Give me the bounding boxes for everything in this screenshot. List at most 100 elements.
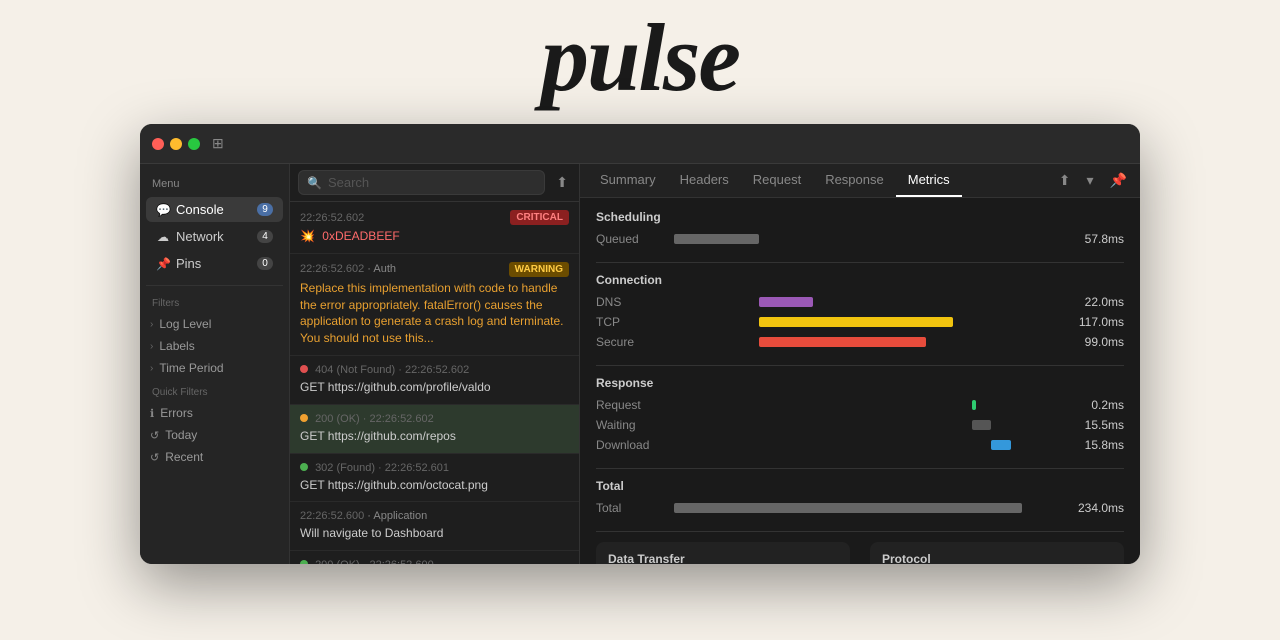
today-icon: ↺ bbox=[150, 429, 159, 442]
protocol-title: Protocol bbox=[882, 552, 1112, 564]
waiting-value: 15.5ms bbox=[1069, 418, 1124, 432]
metrics-row-queued: Queued 57.8ms bbox=[596, 232, 1124, 246]
metrics-row-download: Download 15.8ms bbox=[596, 438, 1124, 452]
connection-title: Connection bbox=[596, 273, 1124, 287]
export-button[interactable]: ⬆ bbox=[553, 171, 571, 194]
sidebar-toggle-icon[interactable]: ⊞ bbox=[212, 135, 224, 152]
titlebar: ⊞ bbox=[140, 124, 1140, 164]
log-timestamp-4: 200 (OK) · 22:26:52.602 bbox=[300, 413, 434, 425]
log-panel: 🔍 ⬆ 22:26:52.602 CRITICAL 💥 0xDEADBEEF bbox=[290, 164, 580, 564]
tab-metrics[interactable]: Metrics bbox=[896, 164, 962, 197]
main-window: ⊞ Menu 💬 Console 9 ☁ Network 4 📌 Pins 0 bbox=[140, 124, 1140, 564]
tab-actions: ⬆ ▾ 📌 bbox=[1054, 169, 1132, 192]
divider-1 bbox=[596, 262, 1124, 263]
status-dot-green bbox=[300, 463, 308, 471]
tcp-value: 117.0ms bbox=[1069, 315, 1124, 329]
errors-icon: ℹ bbox=[150, 407, 154, 420]
dns-label: DNS bbox=[596, 295, 666, 309]
filter-labels[interactable]: › Labels bbox=[140, 335, 289, 357]
traffic-lights bbox=[152, 138, 200, 150]
main-content: Menu 💬 Console 9 ☁ Network 4 📌 Pins 0 Fi… bbox=[140, 164, 1140, 564]
log-entry-7[interactable]: 200 (OK) · 22:26:52.600 bbox=[290, 551, 579, 564]
log-entry-3[interactable]: 404 (Not Found) · 22:26:52.602 GET https… bbox=[290, 356, 579, 405]
menu-section-label: Menu bbox=[140, 174, 289, 196]
metrics-content: Scheduling Queued 57.8ms Connection DNS bbox=[580, 198, 1140, 564]
download-value: 15.8ms bbox=[1069, 438, 1124, 452]
log-timestamp-5: 302 (Found) · 22:26:52.601 bbox=[300, 462, 449, 474]
dns-bar bbox=[759, 297, 813, 307]
quick-filter-errors[interactable]: ℹ Errors bbox=[140, 402, 289, 424]
status-dot-yellow bbox=[300, 414, 308, 422]
secure-bar bbox=[759, 337, 925, 347]
pin-button[interactable]: 📌 bbox=[1105, 169, 1132, 192]
tab-headers[interactable]: Headers bbox=[668, 164, 741, 197]
pins-icon: 📌 bbox=[156, 257, 170, 271]
share-button[interactable]: ⬆ bbox=[1054, 169, 1076, 192]
request-label: Request bbox=[596, 398, 666, 412]
sidebar-item-console[interactable]: 💬 Console 9 bbox=[146, 197, 283, 222]
filter-label-3: Time Period bbox=[159, 361, 223, 375]
log-badge-warning: WARNING bbox=[509, 262, 569, 277]
response-title: Response bbox=[596, 376, 1124, 390]
filter-label-1: Log Level bbox=[159, 317, 211, 331]
search-icon: 🔍 bbox=[307, 176, 322, 190]
filter-label-2: Labels bbox=[159, 339, 194, 353]
quick-filters-label: Quick Filters bbox=[140, 379, 289, 402]
log-message-5: GET https://github.com/octocat.png bbox=[300, 477, 569, 494]
log-entry-1[interactable]: 22:26:52.602 CRITICAL 💥 0xDEADBEEF bbox=[290, 202, 579, 254]
request-value: 0.2ms bbox=[1069, 398, 1124, 412]
quick-filter-label-errors: Errors bbox=[160, 406, 193, 420]
detail-panel: Summary Headers Request Response Metrics… bbox=[580, 164, 1140, 564]
dropdown-button[interactable]: ▾ bbox=[1082, 169, 1099, 192]
app-title: pulse bbox=[541, 10, 739, 106]
log-entry-5[interactable]: 302 (Found) · 22:26:52.601 GET https://g… bbox=[290, 454, 579, 503]
total-bar bbox=[674, 503, 1022, 513]
divider-3 bbox=[596, 468, 1124, 469]
quick-filter-today[interactable]: ↺ Today bbox=[140, 424, 289, 446]
status-dot-red bbox=[300, 365, 308, 373]
log-message-1: 💥 0xDEADBEEF bbox=[300, 228, 569, 245]
quick-filter-recent[interactable]: ↺ Recent bbox=[140, 446, 289, 468]
network-badge: 4 bbox=[257, 230, 273, 243]
tab-request[interactable]: Request bbox=[741, 164, 813, 197]
log-entry-4[interactable]: 200 (OK) · 22:26:52.602 GET https://gith… bbox=[290, 405, 579, 454]
log-timestamp-6: 22:26:52.600 · Application bbox=[300, 510, 427, 522]
close-button[interactable] bbox=[152, 138, 164, 150]
sidebar-item-label-pins: Pins bbox=[176, 256, 201, 271]
response-section: Response Request 0.2ms Waiting 15.5ms bbox=[596, 376, 1124, 452]
tab-response[interactable]: Response bbox=[813, 164, 896, 197]
scheduling-title: Scheduling bbox=[596, 210, 1124, 224]
chevron-icon: › bbox=[150, 363, 153, 374]
queued-label: Queued bbox=[596, 232, 666, 246]
log-timestamp-3: 404 (Not Found) · 22:26:52.602 bbox=[300, 364, 469, 376]
log-entries: 22:26:52.602 CRITICAL 💥 0xDEADBEEF 22:26… bbox=[290, 202, 579, 564]
data-transfer-title: Data Transfer bbox=[608, 552, 838, 564]
chevron-icon: › bbox=[150, 319, 153, 330]
log-entry-6[interactable]: 22:26:52.600 · Application Will navigate… bbox=[290, 502, 579, 551]
data-transfer-col: Data Transfer Request Body: Zero KB Requ… bbox=[596, 542, 850, 564]
queued-value: 57.8ms bbox=[1069, 232, 1124, 246]
minimize-button[interactable] bbox=[170, 138, 182, 150]
request-bar-container bbox=[674, 398, 1061, 412]
detail-tabs: Summary Headers Request Response Metrics… bbox=[580, 164, 1140, 198]
connection-section: Connection DNS 22.0ms TCP 117.0ms bbox=[596, 273, 1124, 349]
maximize-button[interactable] bbox=[188, 138, 200, 150]
filter-time-period[interactable]: › Time Period bbox=[140, 357, 289, 379]
secure-value: 99.0ms bbox=[1069, 335, 1124, 349]
queued-bar bbox=[674, 234, 759, 244]
tab-summary[interactable]: Summary bbox=[588, 164, 668, 197]
chevron-icon: › bbox=[150, 341, 153, 352]
queued-bar-container bbox=[674, 232, 1061, 246]
sidebar-item-pins[interactable]: 📌 Pins 0 bbox=[146, 251, 283, 276]
filter-log-level[interactable]: › Log Level bbox=[140, 313, 289, 335]
log-timestamp-2: 22:26:52.602 · Auth bbox=[300, 263, 396, 275]
log-entry-2[interactable]: 22:26:52.602 · Auth WARNING Replace this… bbox=[290, 254, 579, 356]
dns-bar-container bbox=[674, 295, 1061, 309]
search-input[interactable] bbox=[328, 175, 536, 190]
tcp-label: TCP bbox=[596, 315, 666, 329]
tcp-bar bbox=[759, 317, 953, 327]
tcp-bar-container bbox=[674, 315, 1061, 329]
search-box[interactable]: 🔍 bbox=[298, 170, 545, 195]
metrics-row-dns: DNS 22.0ms bbox=[596, 295, 1124, 309]
sidebar-item-network[interactable]: ☁ Network 4 bbox=[146, 224, 283, 249]
